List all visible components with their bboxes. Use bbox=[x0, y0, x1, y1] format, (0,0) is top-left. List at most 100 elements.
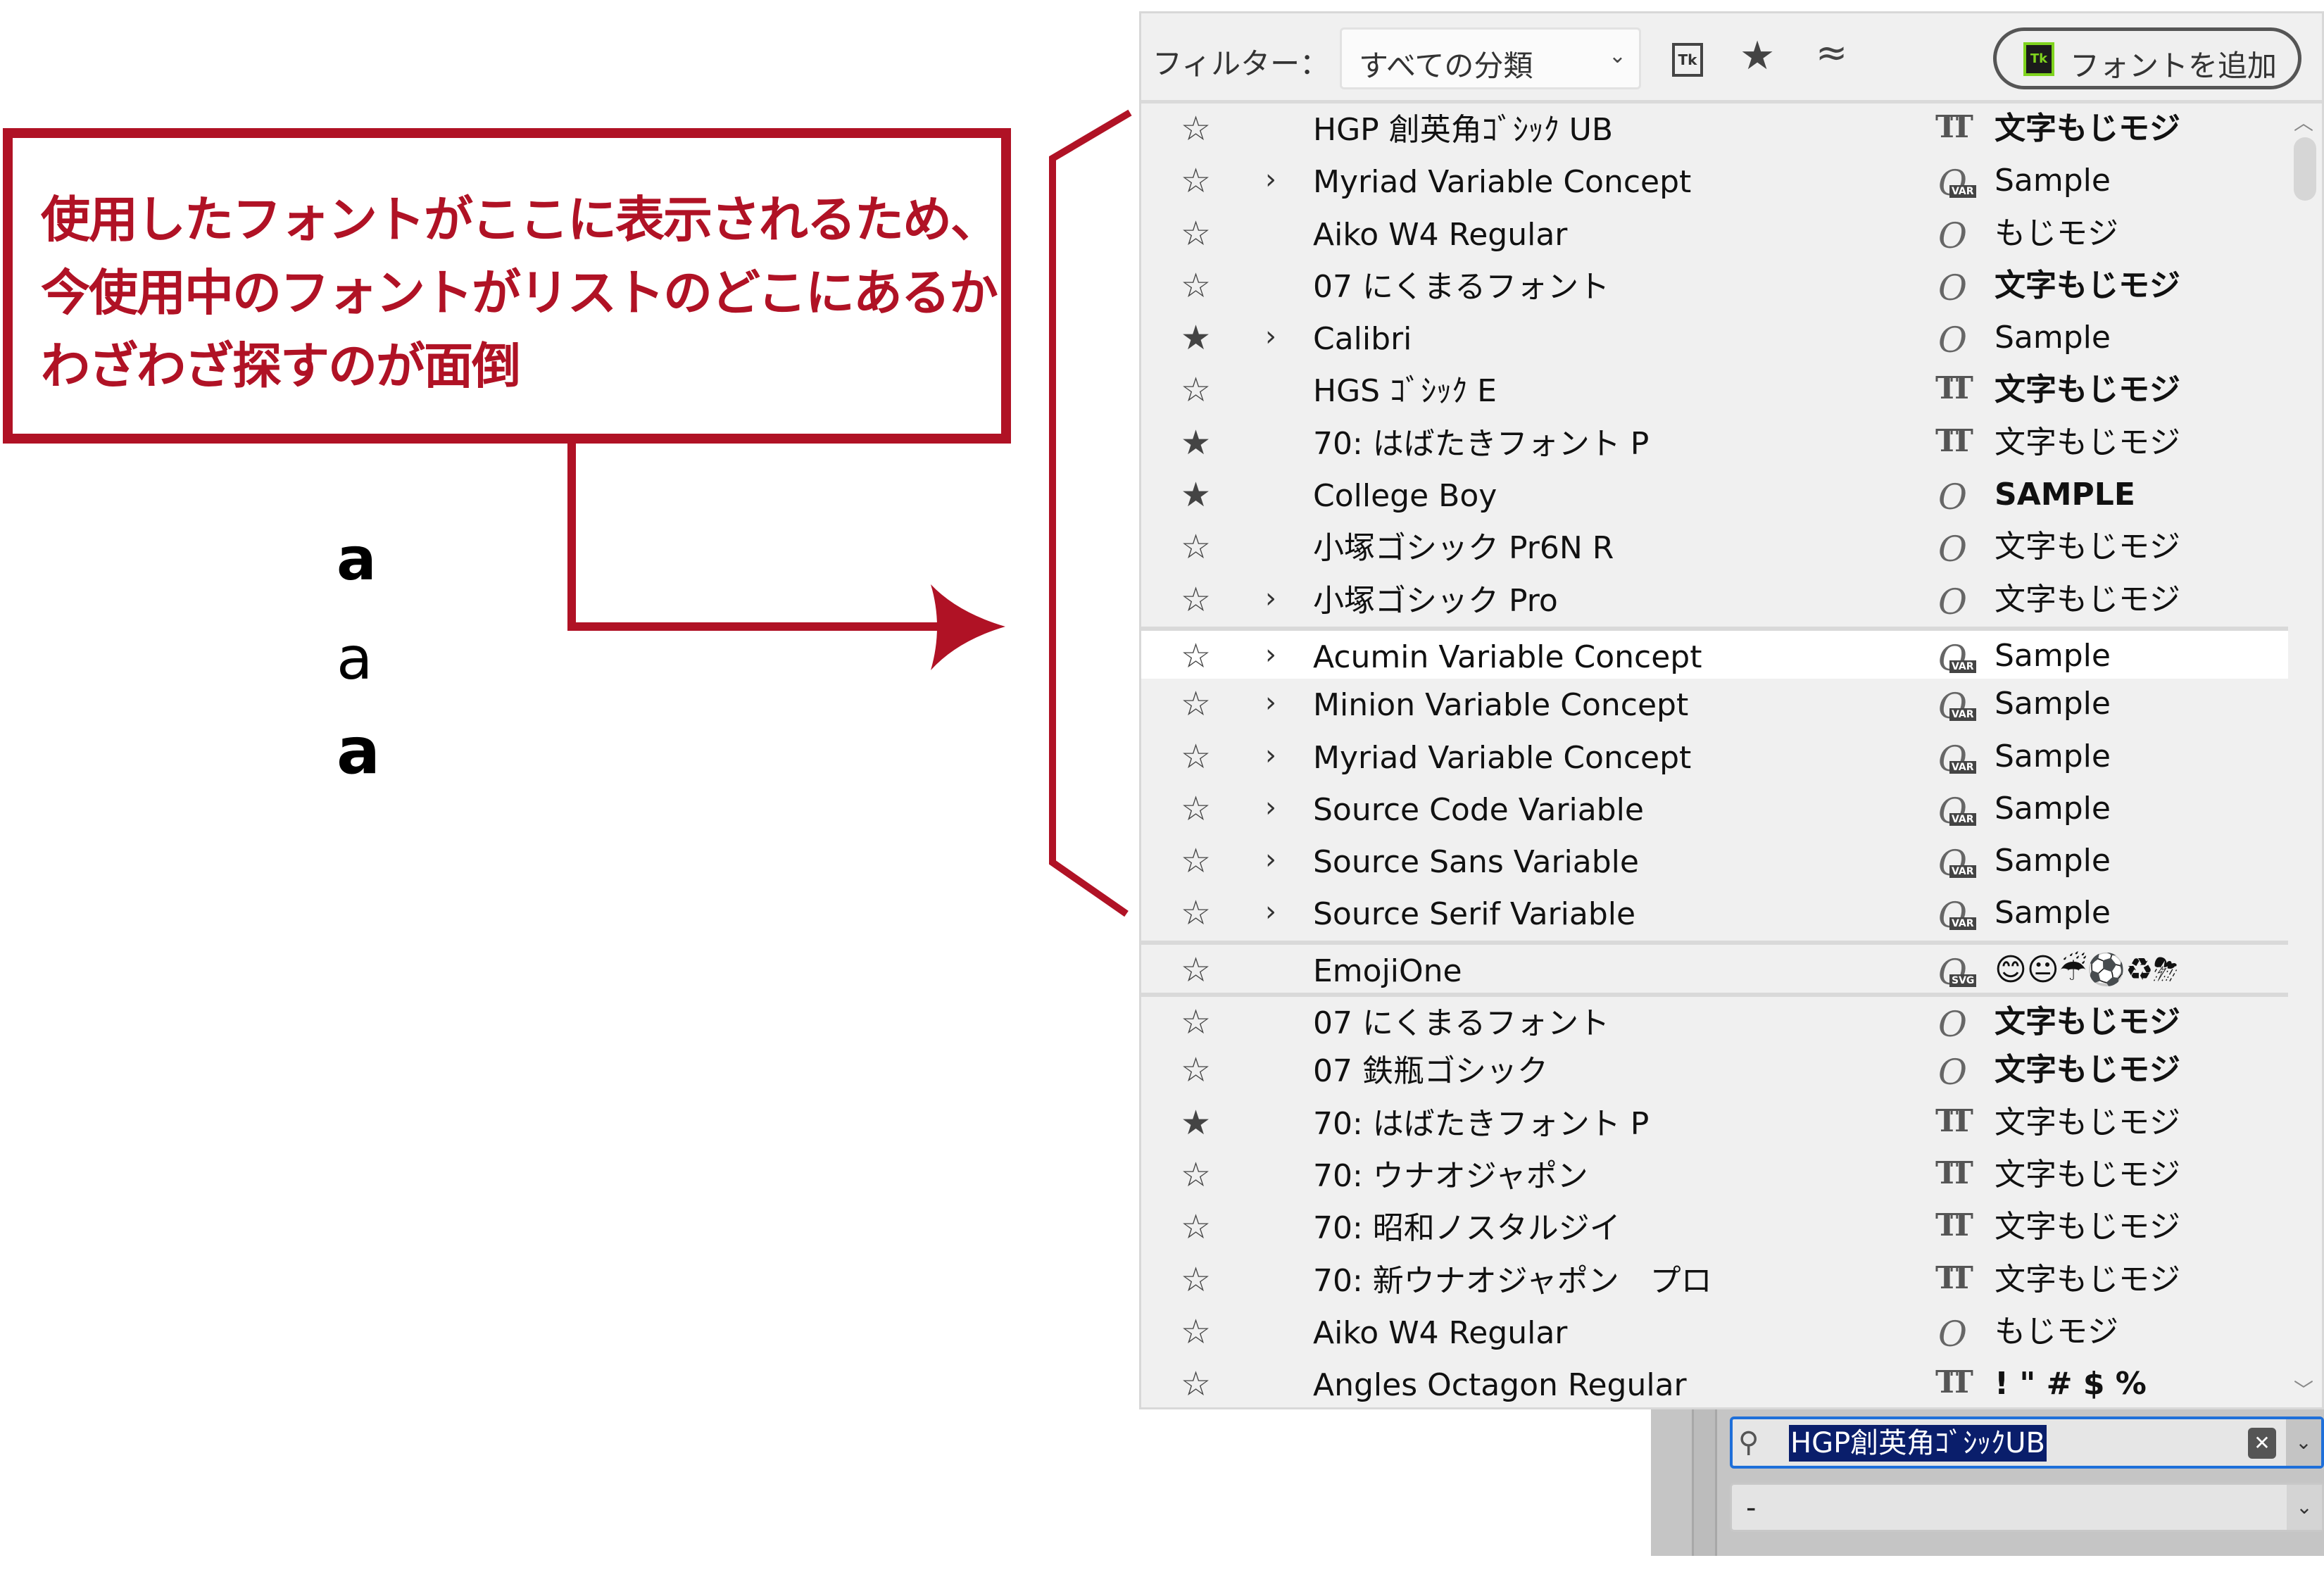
star-outline-icon[interactable]: ☆ bbox=[1181, 1367, 1211, 1401]
scrollbar-thumb[interactable] bbox=[2294, 137, 2316, 201]
add-fonts-button[interactable]: Tk フォントを追加 bbox=[1993, 27, 2301, 89]
chevron-right-icon[interactable]: › bbox=[1265, 165, 1276, 194]
star-outline-icon[interactable]: ☆ bbox=[1181, 953, 1211, 987]
star-outline-icon[interactable]: ☆ bbox=[1181, 112, 1211, 146]
annotation-callout: 使用したフォントがここに表示されるため、 今使用中のフォントがリストのどこにある… bbox=[3, 128, 1011, 444]
scroll-down-icon[interactable]: ﹀ bbox=[2294, 1375, 2313, 1403]
chevron-right-icon[interactable]: › bbox=[1265, 741, 1276, 769]
font-list-item[interactable]: ☆ Aiko W4 Regular O もじモジ bbox=[1141, 208, 2288, 260]
favorites-filter-star-icon[interactable]: ★ bbox=[1740, 33, 1775, 79]
font-list-item[interactable]: ☆ Angles Octagon Regular TT ! " # $ % bbox=[1141, 1359, 2288, 1407]
classification-filter-select[interactable]: すべての分類 ⌄ bbox=[1340, 27, 1641, 89]
font-style-select[interactable]: - ⌄ bbox=[1730, 1483, 2324, 1532]
panel-divider bbox=[1692, 1409, 1717, 1556]
similar-fonts-icon[interactable]: ≈ bbox=[1816, 30, 1847, 75]
font-name: 07 にくまるフォント bbox=[1313, 1005, 1610, 1042]
type-badge: VAR bbox=[1949, 185, 1976, 199]
font-list-item[interactable]: ☆ › Minion Variable Concept O VAR Sample bbox=[1141, 679, 2288, 731]
scroll-up-icon[interactable]: ︿ bbox=[2294, 108, 2313, 136]
star-outline-icon[interactable]: ☆ bbox=[1181, 1005, 1211, 1039]
add-fonts-label: フォントを追加 bbox=[2070, 49, 2278, 83]
font-list-item[interactable]: ☆ EmojiOne O SVG 😊😐☔⚽♻⛈ bbox=[1141, 940, 2288, 993]
star-outline-icon[interactable]: ☆ bbox=[1181, 844, 1211, 878]
font-list-item[interactable]: ★ 70: はばたきフォント P TT 文字もじモジ bbox=[1141, 1098, 2288, 1150]
chevron-down-icon[interactable]: ⌄ bbox=[2286, 1419, 2321, 1466]
star-outline-icon[interactable]: ☆ bbox=[1181, 164, 1211, 198]
font-preview-sample: 文字もじモジ bbox=[1995, 1104, 2180, 1141]
chevron-right-icon[interactable]: › bbox=[1265, 793, 1276, 822]
star-outline-icon[interactable]: ☆ bbox=[1181, 373, 1211, 407]
font-name: HGS ｺﾞｼｯｸ E bbox=[1313, 373, 1497, 410]
font-list-item[interactable]: ☆ Aiko W4 Regular O もじモジ bbox=[1141, 1307, 2288, 1359]
chevron-right-icon[interactable]: › bbox=[1265, 846, 1276, 874]
font-list-item[interactable]: ☆ › Source Code Variable O VAR Sample bbox=[1141, 784, 2288, 836]
font-style-value: - bbox=[1746, 1492, 1757, 1524]
star-outline-icon[interactable]: ☆ bbox=[1181, 740, 1211, 774]
star-outline-icon[interactable]: ☆ bbox=[1181, 583, 1211, 617]
sample-letter-heavy: a bbox=[337, 713, 381, 788]
truetype-icon: TT bbox=[1935, 1364, 1973, 1401]
font-menu-panel: フィルター： すべての分類 ⌄ Tk ★ ≈ Tk フォントを追加 ☆ HGP 創… bbox=[1139, 11, 2324, 1409]
font-list-item[interactable]: ☆ › Acumin Variable Concept O VAR Sample bbox=[1141, 626, 2288, 679]
font-list-item[interactable]: ★ 70: はばたきフォント P TT 文字もじモジ bbox=[1141, 417, 2288, 470]
chevron-down-icon[interactable]: ⌄ bbox=[2287, 1485, 2322, 1530]
font-list-item[interactable]: ☆ › 小塚ゴシック Pro O 文字もじモジ bbox=[1141, 574, 2288, 627]
opentype-icon: O bbox=[1938, 477, 1967, 518]
font-list-item[interactable]: ☆ HGS ｺﾞｼｯｸ E TT 文字もじモジ bbox=[1141, 365, 2288, 417]
font-name: Angles Octagon Regular bbox=[1313, 1367, 1687, 1404]
font-list-item[interactable]: ☆ 07 にくまるフォント O 文字もじモジ bbox=[1141, 260, 2288, 313]
font-preview-sample: Sample bbox=[1995, 320, 2111, 356]
opentype-icon: O bbox=[1938, 1052, 1967, 1093]
font-preview-sample: 文字もじモジ bbox=[1995, 111, 2180, 146]
font-family-value[interactable]: HGP創英角ｺﾞｼｯｸUB bbox=[1789, 1425, 2047, 1462]
font-list-item[interactable]: ☆ › Myriad Variable Concept O VAR Sample bbox=[1141, 731, 2288, 784]
star-outline-icon[interactable]: ☆ bbox=[1181, 687, 1211, 721]
font-family-input[interactable]: ⚲ HGP創英角ｺﾞｼｯｸUB ✕ ⌄ bbox=[1730, 1416, 2324, 1469]
star-filled-icon[interactable]: ★ bbox=[1181, 478, 1211, 512]
font-list-item[interactable]: ☆ 70: 新ウナオジャポン プロ TT 文字もじモジ bbox=[1141, 1255, 2288, 1307]
font-preview-sample: Sample bbox=[1995, 686, 2111, 722]
star-outline-icon[interactable]: ☆ bbox=[1181, 1210, 1211, 1244]
font-name: Calibri bbox=[1313, 321, 1412, 358]
font-list-item[interactable]: ☆ 07 にくまるフォント O 文字もじモジ bbox=[1141, 993, 2288, 1045]
font-list-item[interactable]: ☆ HGP 創英角ｺﾞｼｯｸ UB TT 文字もじモジ bbox=[1141, 103, 2288, 156]
chevron-right-icon[interactable]: › bbox=[1265, 584, 1276, 612]
font-list-item[interactable]: ★ › Calibri O Sample bbox=[1141, 313, 2288, 365]
chevron-right-icon[interactable]: › bbox=[1265, 322, 1276, 351]
star-outline-icon[interactable]: ☆ bbox=[1181, 896, 1211, 930]
star-outline-icon[interactable]: ☆ bbox=[1181, 1158, 1211, 1192]
annotation-line: わざわざ探すのが面倒 bbox=[41, 337, 521, 395]
font-list-item[interactable]: ☆ 小塚ゴシック Pr6N R O 文字もじモジ bbox=[1141, 522, 2288, 574]
font-list-item[interactable]: ★ College Boy O SAMPLE bbox=[1141, 470, 2288, 522]
font-list-item[interactable]: ☆ 70: 昭和ノスタルジイ TT 文字もじモジ bbox=[1141, 1202, 2288, 1254]
star-outline-icon[interactable]: ☆ bbox=[1181, 269, 1211, 303]
opentype-variable-icon: O VAR bbox=[1935, 684, 1985, 727]
chevron-right-icon[interactable]: › bbox=[1265, 641, 1276, 669]
font-name: 70: はばたきフォント P bbox=[1313, 425, 1650, 462]
font-list-item[interactable]: ☆ › Source Serif Variable O VAR Sample bbox=[1141, 888, 2288, 940]
font-list-item[interactable]: ☆ 07 鉄瓶ゴシック O 文字もじモジ bbox=[1141, 1045, 2288, 1097]
star-outline-icon[interactable]: ☆ bbox=[1181, 530, 1211, 564]
star-filled-icon[interactable]: ★ bbox=[1181, 321, 1211, 355]
font-list-item[interactable]: ☆ › Myriad Variable Concept O VAR Sample bbox=[1141, 156, 2288, 208]
star-outline-icon[interactable]: ☆ bbox=[1181, 639, 1211, 673]
star-filled-icon[interactable]: ★ bbox=[1181, 1106, 1211, 1140]
arrow-head bbox=[931, 584, 1005, 670]
star-outline-icon[interactable]: ☆ bbox=[1181, 1263, 1211, 1297]
chevron-right-icon[interactable]: › bbox=[1265, 689, 1276, 717]
font-name: Aiko W4 Regular bbox=[1313, 216, 1568, 253]
star-outline-icon[interactable]: ☆ bbox=[1181, 1053, 1211, 1087]
font-list-item[interactable]: ☆ 70: ウナオジャポン TT 文字もじモジ bbox=[1141, 1150, 2288, 1202]
star-outline-icon[interactable]: ☆ bbox=[1181, 1315, 1211, 1349]
font-list-item[interactable]: ☆ › Source Sans Variable O VAR Sample bbox=[1141, 836, 2288, 888]
star-outline-icon[interactable]: ☆ bbox=[1181, 792, 1211, 826]
star-filled-icon[interactable]: ★ bbox=[1181, 426, 1211, 460]
font-name: 70: 昭和ノスタルジイ bbox=[1313, 1210, 1621, 1247]
typekit-filter-icon[interactable]: Tk bbox=[1672, 43, 1703, 77]
chevron-right-icon[interactable]: › bbox=[1265, 898, 1276, 926]
type-badge: VAR bbox=[1949, 660, 1976, 673]
clear-icon[interactable]: ✕ bbox=[2248, 1428, 2276, 1459]
font-preview-sample: 文字もじモジ bbox=[1995, 1261, 2180, 1298]
star-outline-icon[interactable]: ☆ bbox=[1181, 217, 1211, 251]
font-list-scrollbar[interactable]: ︿ ﹀ bbox=[2288, 103, 2322, 1407]
